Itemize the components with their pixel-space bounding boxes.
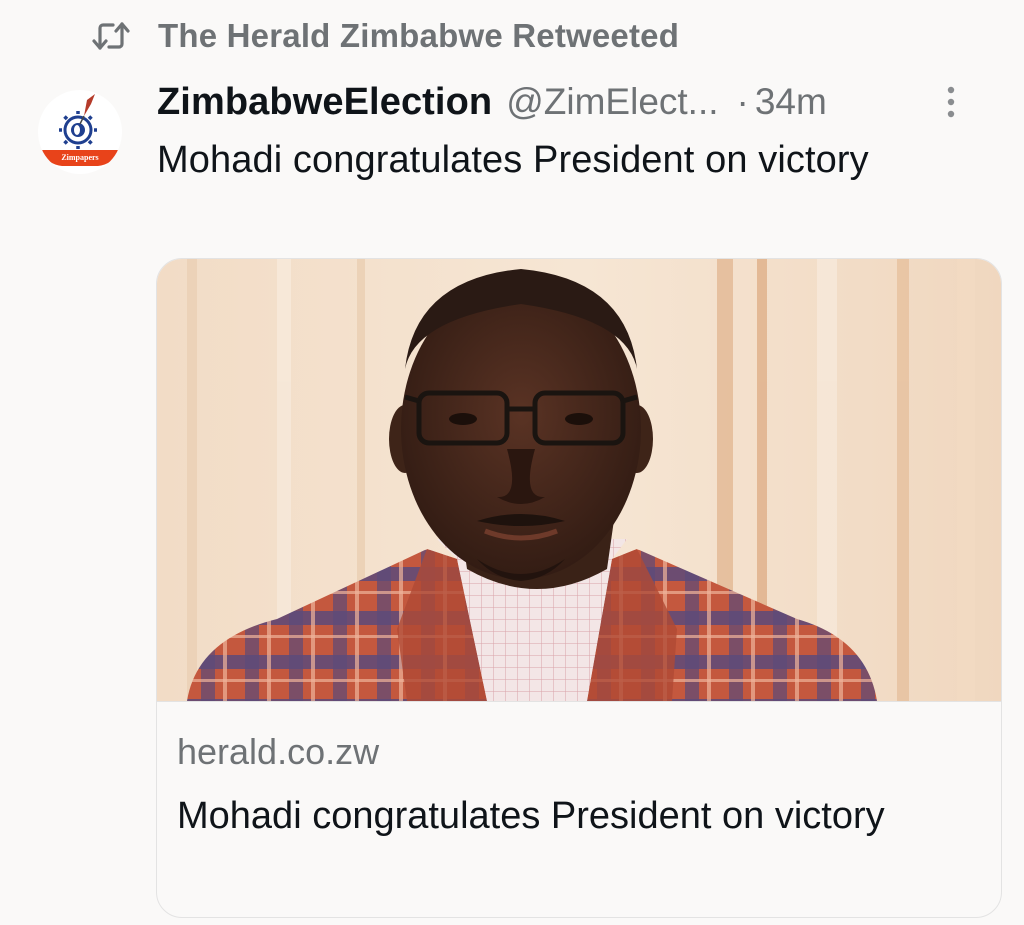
tweet-header: ZimbabweElection @ZimElect... · 34m: [157, 76, 987, 128]
card-image[interactable]: [157, 259, 1001, 702]
card-domain: herald.co.zw: [177, 731, 380, 772]
more-vertical-icon: [947, 86, 955, 118]
retweet-label[interactable]: The Herald Zimbabwe Retweeted: [158, 17, 679, 55]
separator-dot: ·: [736, 81, 749, 122]
retweet-icon: [92, 20, 130, 52]
card-title: Mohadi congratulates President on victor…: [177, 795, 885, 837]
author-display-name[interactable]: ZimbabweElection: [157, 81, 492, 124]
avatar-text: Zimpapers: [61, 153, 98, 162]
link-card[interactable]: herald.co.zw Mohadi congratulates Presid…: [156, 258, 1002, 918]
retweet-context[interactable]: The Herald Zimbabwe Retweeted: [92, 14, 679, 58]
avatar[interactable]: Zimpapers: [38, 90, 122, 174]
timestamp[interactable]: 34m: [755, 81, 827, 123]
more-options-button[interactable]: [931, 82, 971, 122]
tweet[interactable]: The Herald Zimbabwe Retweeted Zimpapers …: [0, 0, 1024, 925]
author-handle[interactable]: @ZimElect...: [506, 81, 718, 123]
gear-icon: [59, 111, 97, 149]
tweet-text: Mohadi congratulates President on victor…: [157, 139, 869, 181]
